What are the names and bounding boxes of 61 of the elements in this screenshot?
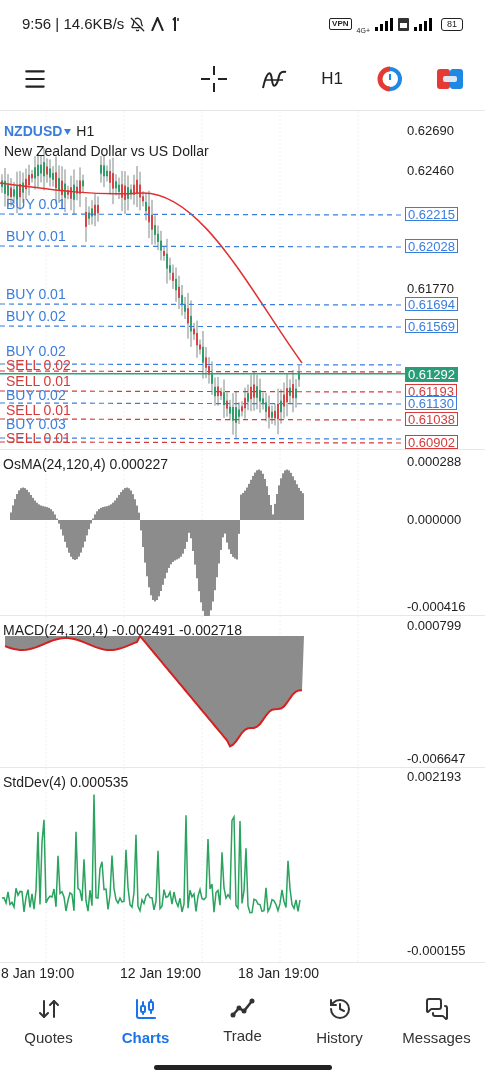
nav-tab[interactable]: Messages	[388, 993, 485, 1054]
order-price-tag: 0.61569	[405, 319, 458, 333]
messages-icon	[424, 997, 449, 1021]
history-icon	[327, 997, 352, 1021]
indicator-title: OsMA(24,120,4) 0.000227	[3, 455, 168, 474]
indicator-title: MACD(24,120,4) -0.002491 -0.002718	[3, 621, 242, 640]
vpn-badge: VPN	[329, 18, 352, 30]
bell-off-icon	[130, 16, 146, 32]
signal-icon	[375, 17, 393, 31]
symbol-description: New Zealand Dollar vs US Dollar	[4, 142, 209, 161]
order-label: BUY 0.02	[6, 344, 66, 358]
current-price-tag: 0.61292	[405, 367, 458, 382]
price-tick: 0.61770	[407, 281, 454, 296]
nav-tab[interactable]: History	[291, 993, 388, 1054]
order-label: BUY 0.01	[6, 229, 66, 243]
price-tick: 0.62460	[407, 163, 454, 178]
indicator-title: StdDev(4) 0.000535	[3, 773, 129, 792]
indicator-tick: 0.000799	[407, 618, 462, 633]
status-time: 9:56 | 14.6KB/s	[22, 13, 125, 34]
order-label: BUY 0.01	[6, 197, 66, 211]
order-price-tag: 0.61130	[405, 396, 458, 410]
order-price-tag: 0.61038	[405, 412, 458, 426]
symbol-selector[interactable]: NZDUSD	[4, 121, 63, 142]
chart-timeframe: H1	[76, 122, 95, 141]
order-price-tag: 0.61694	[405, 297, 458, 311]
order-price-tag: 0.62028	[405, 239, 458, 253]
indicator-tick: 0.002193	[407, 769, 462, 784]
price-tick: 0.62690	[407, 123, 454, 138]
indicator-tick: 0.000000	[407, 512, 462, 527]
time-tick: 18 Jan 19:00	[238, 964, 319, 982]
signal-icon	[414, 17, 432, 31]
indicator-tick: 0.000288	[407, 454, 462, 469]
nav-tab[interactable]: Trade	[194, 993, 291, 1054]
order-price-tag: 0.60902	[405, 435, 458, 449]
indicator-tick: -0.000155	[407, 943, 466, 958]
order-label: BUY 0.02	[6, 388, 66, 402]
order-label: SELL 0.01	[6, 403, 71, 417]
order-label: SELL 0.01	[6, 431, 71, 445]
trade-toggle-icon[interactable]	[437, 68, 463, 90]
indicator-tick: -0.006647	[407, 751, 466, 766]
order-label: BUY 0.03	[6, 417, 66, 431]
up-down-arrows-icon	[36, 997, 61, 1021]
time-tick: 12 Jan 19:00	[120, 964, 201, 982]
order-label: SELL 0.02	[6, 358, 71, 372]
candlestick-icon	[133, 997, 158, 1021]
nav-tab[interactable]: Quotes	[0, 993, 97, 1054]
line-chart-icon	[229, 997, 256, 1019]
letter-a-icon	[151, 17, 165, 31]
timeframe-button[interactable]: H1	[321, 66, 343, 92]
crosshair-icon[interactable]	[201, 66, 228, 92]
battery-indicator: 81	[441, 17, 463, 31]
time-tick: 8 Jan 19:00	[1, 964, 75, 982]
caret-icon	[64, 128, 72, 135]
sim-icon	[398, 17, 409, 31]
order-label: BUY 0.01	[6, 287, 66, 301]
order-label: BUY 0.02	[6, 309, 66, 323]
order-price-tag: 0.62215	[405, 207, 458, 221]
indicator-tick: -0.000416	[407, 599, 466, 614]
nav-tab[interactable]: Charts	[97, 993, 194, 1054]
order-label: SELL 0.01	[6, 374, 71, 388]
ring-icon[interactable]	[377, 66, 403, 92]
